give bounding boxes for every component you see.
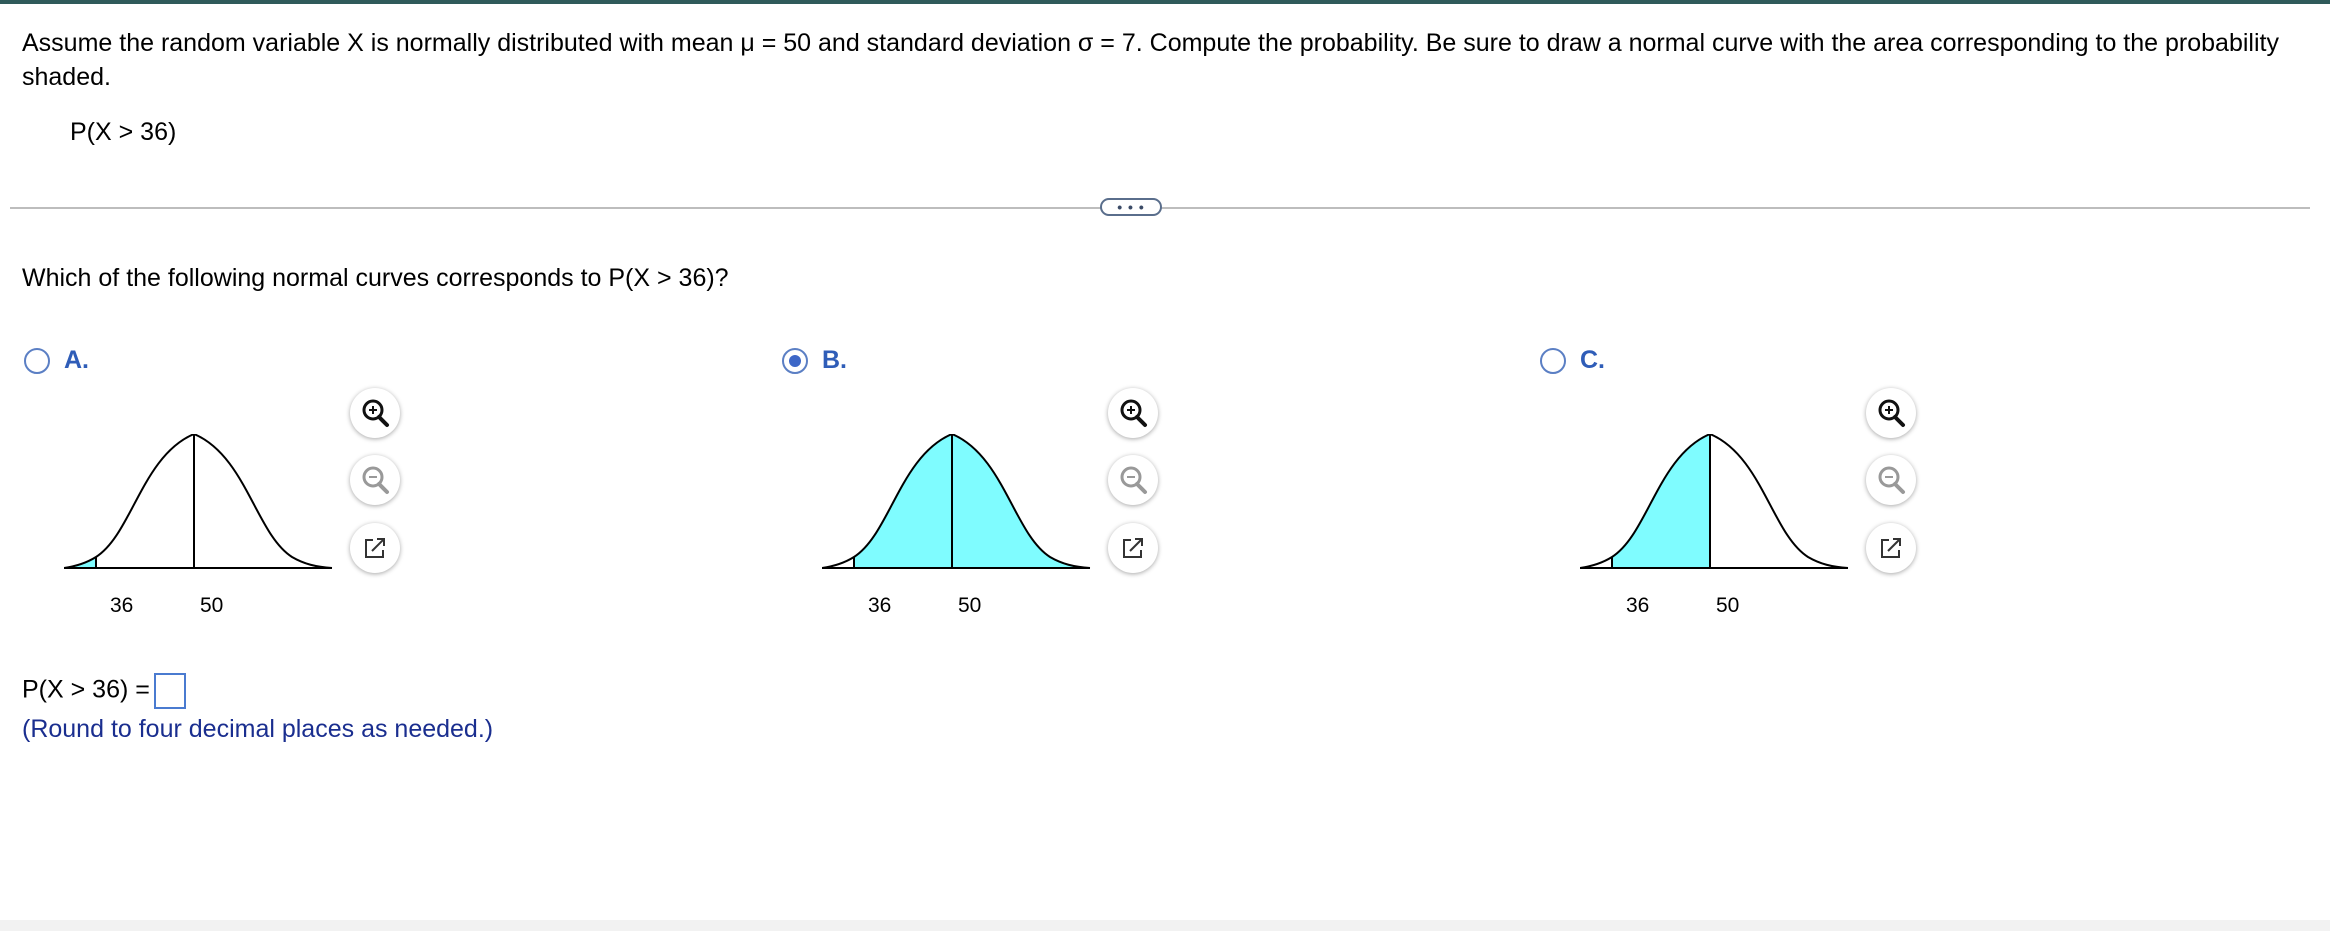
zoom-out-button[interactable] [350, 455, 400, 505]
answer-input[interactable] [153, 673, 186, 709]
option-letter: B. [822, 346, 847, 374]
zoom-in-icon [362, 399, 389, 427]
zoom-in-icon [1878, 399, 1905, 427]
option-letter: C. [1580, 346, 1605, 374]
radio-option-b[interactable] [782, 348, 808, 374]
rounding-hint: (Round to four decimal places as needed.… [22, 715, 494, 743]
radio-option-c[interactable] [1540, 348, 1566, 374]
question-text: Assume the random variable X is normally… [22, 29, 2279, 91]
answer-row: P(X > 36) = [22, 673, 186, 709]
popout-button[interactable] [1108, 523, 1158, 573]
tick-label: 36 [110, 594, 134, 617]
zoom-out-icon [362, 466, 389, 494]
tick-label: 50 [200, 594, 224, 617]
top-accent-bar [0, 0, 2330, 4]
option-letter: A. [64, 346, 89, 374]
answer-label: P(X > 36) = [22, 675, 150, 704]
zoom-in-button[interactable] [1108, 388, 1158, 438]
zoom-in-button[interactable] [1866, 388, 1916, 438]
option-b[interactable]: B. 36 50 [782, 344, 1542, 634]
popout-button[interactable] [350, 523, 400, 573]
zoom-out-icon [1878, 466, 1905, 494]
normal-curve-graph [64, 434, 333, 569]
tick-label: 50 [958, 594, 982, 617]
popout-icon [1881, 538, 1901, 558]
zoom-out-button[interactable] [1866, 455, 1916, 505]
bottom-bar [0, 920, 2330, 931]
zoom-out-button[interactable] [1108, 455, 1158, 505]
tick-label: 50 [1716, 594, 1740, 617]
zoom-in-button[interactable] [350, 388, 400, 438]
popout-icon [1123, 538, 1143, 558]
normal-curve-graph [1580, 434, 1849, 569]
more-button[interactable]: • • • [1100, 198, 1162, 216]
zoom-out-icon [1120, 466, 1147, 494]
option-a[interactable]: A. 36 50 [24, 344, 784, 634]
popout-button[interactable] [1866, 523, 1916, 573]
option-c[interactable]: C. 36 50 [1540, 344, 2300, 634]
radio-option-a[interactable] [24, 348, 50, 374]
tick-label: 36 [868, 594, 892, 617]
tick-label: 36 [1626, 594, 1650, 617]
zoom-in-icon [1120, 399, 1147, 427]
sub-question-prompt: Which of the following normal curves cor… [22, 264, 729, 292]
popout-icon [365, 538, 385, 558]
given-probability: P(X > 36) [70, 118, 177, 146]
normal-curve-graph [822, 434, 1091, 569]
